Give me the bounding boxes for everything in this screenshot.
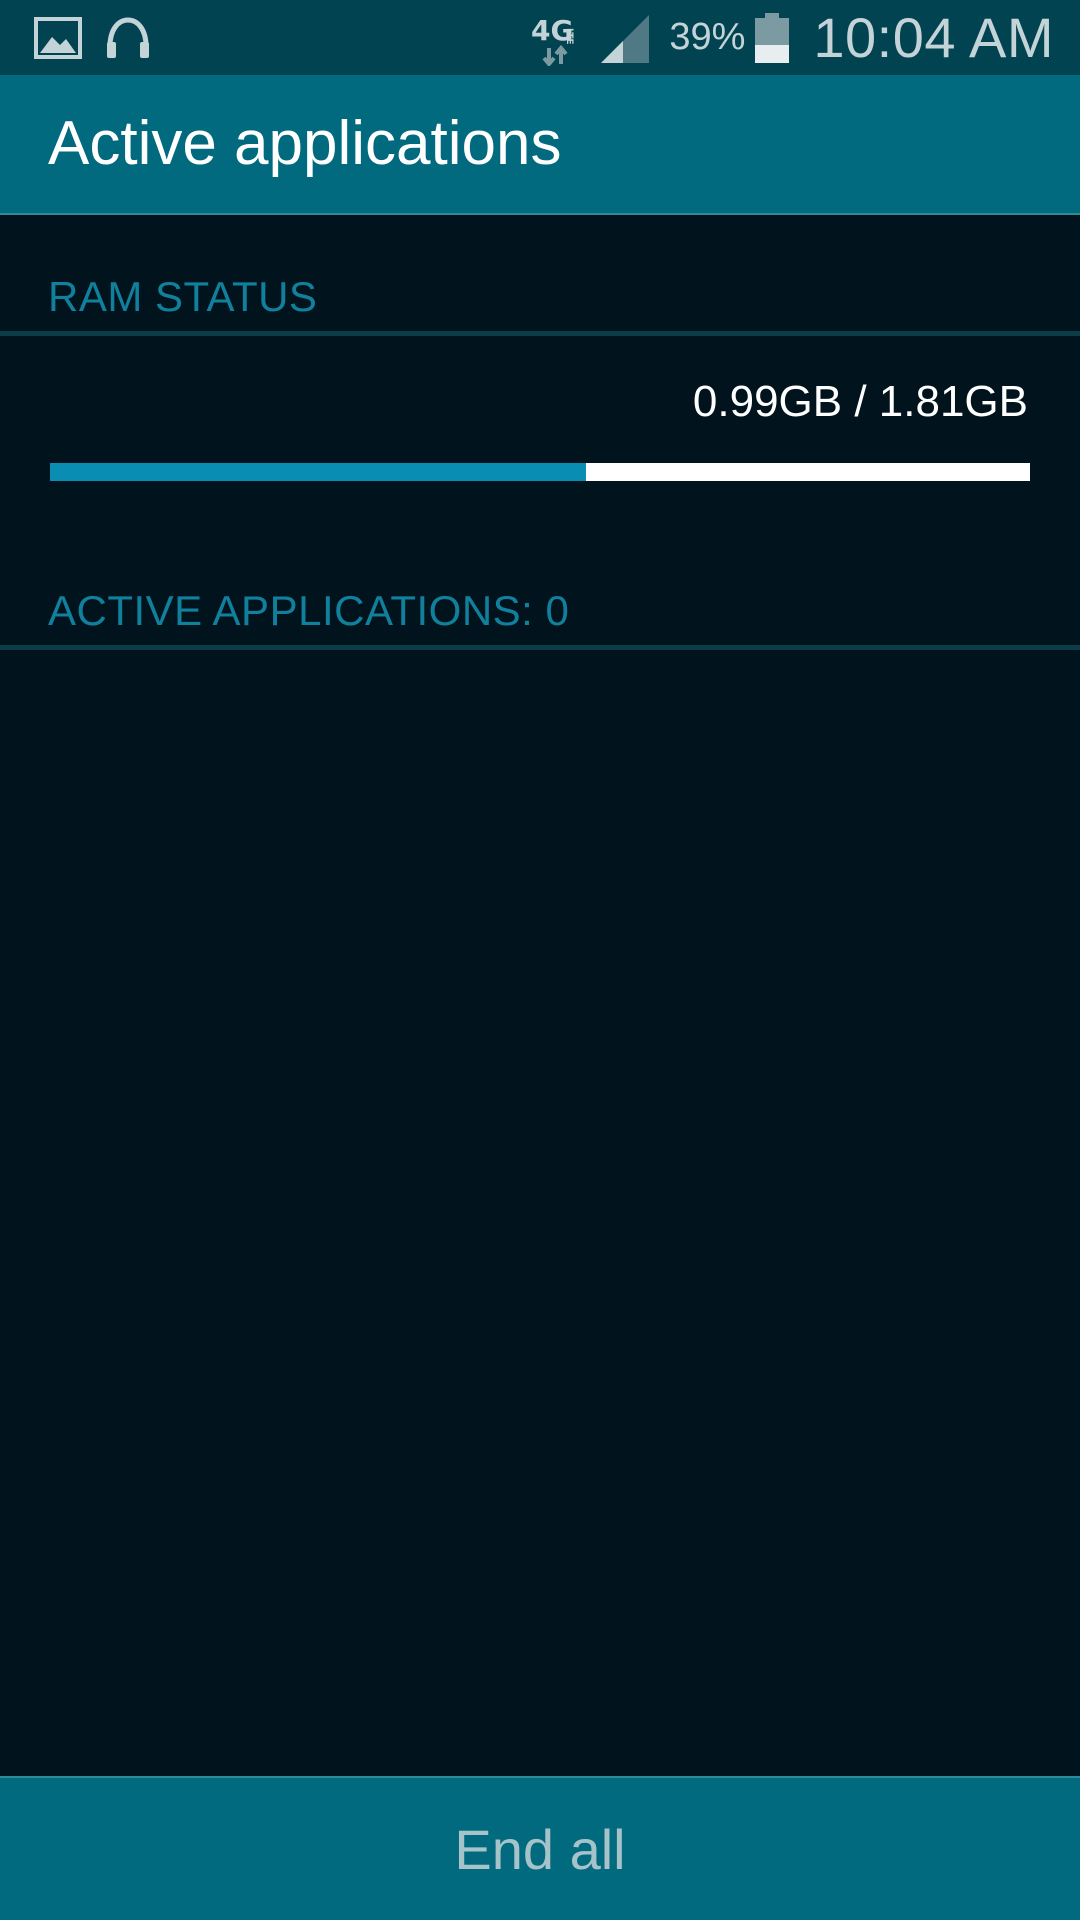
active-applications-header-label: ACTIVE APPLICATIONS: 0 [48, 587, 570, 634]
status-bar-notifications [34, 14, 152, 62]
end-all-button[interactable]: End all [0, 1776, 1080, 1920]
network-4g-lte-icon: 4G LTE [531, 10, 591, 66]
active-applications-section-header: ACTIVE APPLICATIONS: 0 [0, 582, 1080, 650]
battery-icon [755, 12, 790, 63]
svg-text:LTE: LTE [564, 28, 574, 45]
headphones-icon [104, 16, 152, 60]
signal-strength-icon [601, 13, 651, 63]
gallery-icon [34, 17, 82, 59]
ram-usage-text: 0.99GB / 1.81GB [692, 377, 1028, 426]
ram-status-section-header: RAM STATUS [0, 268, 1080, 336]
ram-usage-bar-fill [50, 463, 587, 481]
ram-usage-bar [50, 463, 1030, 481]
ram-status-header-label: RAM STATUS [48, 273, 318, 320]
app-bar: Active applications [0, 75, 1080, 215]
status-bar-clock: 10:04 AM [813, 6, 1054, 69]
battery-percentage: 39% [669, 16, 746, 58]
status-bar: 4G LTE 39% 10:04 AM [0, 0, 1080, 75]
page-title: Active applications [48, 109, 562, 178]
status-bar-system: 4G LTE 39% 10:04 AM [531, 0, 1054, 75]
active-applications-screen: 4G LTE 39% 10:04 AM Active applications … [0, 0, 1080, 1920]
